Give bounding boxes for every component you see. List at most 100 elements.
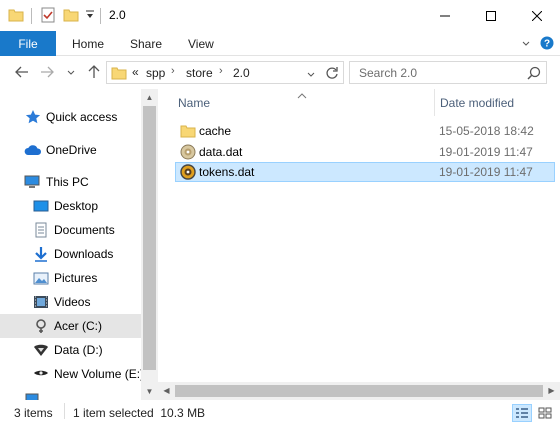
- status-bar: 3 items 1 item selected 10.3 MB: [0, 400, 560, 426]
- nav-item-label: Acer (C:): [54, 319, 102, 333]
- sort-ascending-icon: [297, 88, 307, 102]
- dat-file-icon: [180, 164, 196, 180]
- file-name: tokens.dat: [199, 165, 255, 179]
- column-header-date[interactable]: Date modified: [440, 96, 514, 123]
- new-folder-icon[interactable]: [63, 7, 79, 26]
- search-box[interactable]: Search 2.0: [349, 61, 547, 84]
- chevron-right-icon[interactable]: ›: [171, 65, 175, 77]
- large-icons-view-button[interactable]: [535, 404, 555, 422]
- pictures-icon: [33, 270, 49, 286]
- column-header-name[interactable]: Name: [178, 96, 210, 123]
- properties-icon[interactable]: [40, 7, 56, 26]
- svg-text:?: ?: [544, 39, 550, 50]
- close-button[interactable]: [514, 0, 560, 31]
- nav-item-pictures[interactable]: Pictures: [0, 266, 141, 290]
- chevron-right-icon[interactable]: ›: [219, 65, 223, 77]
- folder-icon: [180, 123, 196, 139]
- nav-item-label: Videos: [54, 295, 91, 309]
- back-button[interactable]: [14, 64, 30, 80]
- address-row: « spp › store › 2.0 Search 2.0: [0, 56, 560, 89]
- file-row-data-dat[interactable]: data.dat 19-01-2019 11:47: [175, 142, 555, 162]
- nav-item-label: This PC: [46, 175, 89, 189]
- file-name: data.dat: [199, 145, 243, 159]
- nav-item-onedrive[interactable]: OneDrive: [0, 138, 141, 162]
- scroll-left-arrow-icon[interactable]: ◀: [158, 382, 175, 399]
- address-bar[interactable]: « spp › store › 2.0: [106, 61, 344, 84]
- tab-file[interactable]: File: [0, 31, 56, 56]
- navigation-pane: Quick access OneDrive This PC Desktop Do…: [0, 89, 158, 400]
- nav-item-label: Pictures: [54, 271, 98, 285]
- videos-icon: [33, 294, 49, 310]
- file-row-tokens-dat[interactable]: tokens.dat 19-01-2019 11:47: [175, 162, 555, 182]
- tab-view[interactable]: View: [188, 37, 214, 51]
- downloads-icon: [33, 246, 49, 262]
- nav-item-data-d[interactable]: Data (D:): [0, 338, 141, 362]
- expand-ribbon-icon[interactable]: [521, 37, 531, 51]
- nav-item-label: Downloads: [54, 247, 114, 261]
- nav-item-network-partial[interactable]: [0, 386, 141, 400]
- column-separator[interactable]: [434, 89, 435, 116]
- network-icon: [24, 392, 40, 400]
- refresh-icon[interactable]: [325, 66, 339, 83]
- breadcrumb-spp[interactable]: spp: [146, 66, 165, 80]
- scroll-up-arrow-icon[interactable]: ▲: [141, 89, 158, 106]
- details-view-button[interactable]: [512, 404, 532, 422]
- file-date: 15-05-2018 18:42: [439, 124, 534, 138]
- item-count: 3 items: [14, 406, 53, 420]
- nav-item-label: Quick access: [46, 110, 118, 124]
- breadcrumb-overflow[interactable]: «: [132, 65, 139, 79]
- file-row-cache[interactable]: cache 15-05-2018 18:42: [175, 121, 555, 141]
- title-bar: 2.0: [0, 0, 560, 31]
- file-date: 19-01-2019 11:47: [439, 165, 533, 179]
- nav-item-downloads[interactable]: Downloads: [0, 242, 141, 266]
- up-button[interactable]: [86, 64, 102, 80]
- recent-locations-button[interactable]: [63, 64, 79, 80]
- status-separator: [64, 403, 65, 419]
- drive-icon: [33, 342, 49, 358]
- tab-home[interactable]: Home: [72, 37, 104, 51]
- help-icon[interactable]: ?: [540, 36, 554, 53]
- cloud-icon: [24, 142, 42, 158]
- tab-share[interactable]: Share: [130, 37, 162, 51]
- window-title: 2.0: [109, 8, 126, 22]
- nav-item-label: Data (D:): [54, 343, 103, 357]
- nav-item-label: Desktop: [54, 199, 99, 213]
- nav-vertical-scrollbar[interactable]: ▲ ▼: [141, 89, 158, 400]
- scrollbar-thumb[interactable]: [175, 385, 543, 397]
- folder-icon: [111, 65, 127, 84]
- file-list-horizontal-scrollbar[interactable]: ◀ ▶: [158, 382, 560, 400]
- breadcrumb-2-0[interactable]: 2.0: [233, 66, 250, 80]
- minimize-button[interactable]: [422, 0, 468, 31]
- nav-item-videos[interactable]: Videos: [0, 290, 141, 314]
- drive-icon: [33, 318, 49, 334]
- breadcrumb-store[interactable]: store: [186, 66, 213, 80]
- customize-toolbar-icon[interactable]: [85, 9, 95, 23]
- scroll-right-arrow-icon[interactable]: ▶: [543, 382, 560, 399]
- desktop-icon: [33, 198, 49, 214]
- nav-item-documents[interactable]: Documents: [0, 218, 141, 242]
- nav-item-new-volume-e[interactable]: New Volume (E:): [0, 362, 144, 386]
- search-icon[interactable]: [527, 66, 541, 83]
- documents-icon: [33, 222, 49, 238]
- search-input[interactable]: Search 2.0: [359, 66, 417, 80]
- folder-icon: [8, 7, 24, 26]
- computer-icon: [24, 174, 40, 190]
- nav-item-acer-c[interactable]: Acer (C:): [0, 314, 141, 338]
- scroll-down-arrow-icon[interactable]: ▼: [141, 383, 158, 400]
- selection-info: 1 item selected 10.3 MB: [73, 406, 206, 420]
- file-list: Name Date modified cache 15-05-2018 18:4…: [158, 89, 560, 382]
- nav-item-this-pc[interactable]: This PC: [0, 170, 141, 194]
- maximize-button[interactable]: [468, 0, 514, 31]
- ribbon-tabs: File Home Share View ?: [0, 31, 560, 56]
- nav-item-desktop[interactable]: Desktop: [0, 194, 141, 218]
- forward-button[interactable]: [39, 64, 55, 80]
- drive-icon: [33, 366, 49, 382]
- star-icon: [25, 109, 41, 125]
- address-dropdown-icon[interactable]: [306, 68, 316, 82]
- file-name: cache: [199, 124, 232, 138]
- nav-item-quick-access[interactable]: Quick access: [0, 105, 141, 129]
- nav-item-label: OneDrive: [46, 143, 97, 157]
- scrollbar-thumb[interactable]: [143, 106, 156, 370]
- title-separator: [31, 8, 32, 24]
- file-explorer-window: 2.0 File Home Share View ? « spp › store…: [0, 0, 560, 426]
